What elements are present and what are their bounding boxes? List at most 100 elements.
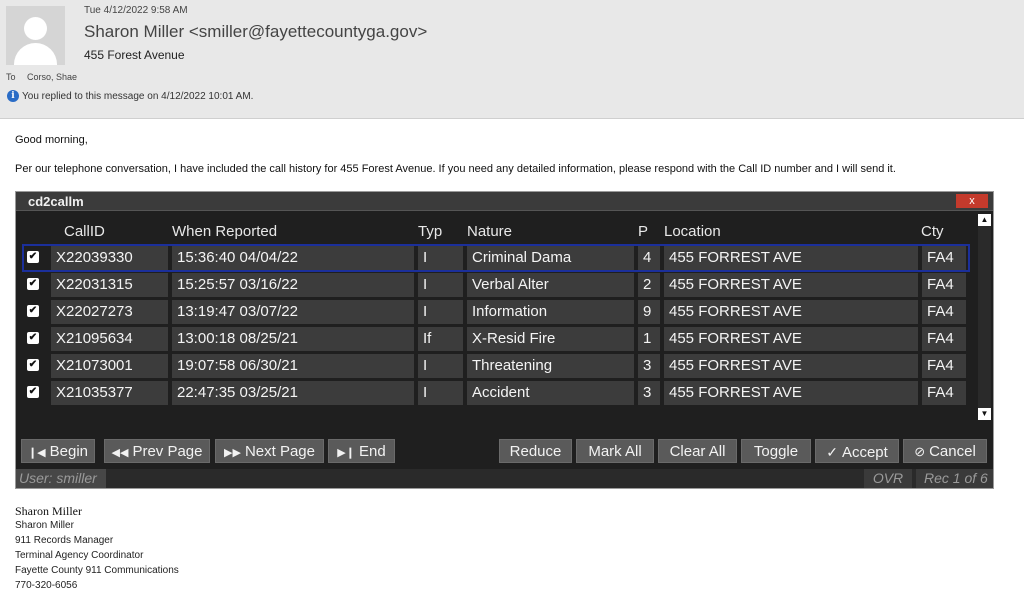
email-header: Tue 4/12/2022 9:58 AM Sharon Miller <smi…: [0, 0, 1024, 119]
intro-text: Per our telephone conversation, I have i…: [15, 163, 896, 175]
cell-callid: X21095634: [51, 327, 168, 351]
sent-time: Tue 4/12/2022 9:58 AM: [84, 5, 188, 16]
cell-nature: Verbal Alter: [467, 273, 634, 297]
cell-callid: X21073001: [51, 354, 168, 378]
avatar-shoulders: [14, 43, 57, 65]
begin-label: Begin: [49, 443, 89, 460]
table-row[interactable]: ✔ X21095634 13:00:18 08/25/21 If X-Resid…: [24, 327, 968, 351]
cell-location: 455 FORREST AVE: [664, 246, 918, 270]
row-checkbox[interactable]: ✔: [27, 386, 39, 398]
cell-location: 455 FORREST AVE: [664, 300, 918, 324]
scroll-up-icon[interactable]: ▲: [978, 214, 991, 226]
cell-cty: FA4: [922, 354, 966, 378]
cancel-icon: ⊘: [914, 444, 926, 459]
begin-button[interactable]: ❙◀ Begin: [21, 439, 95, 463]
cell-location: 455 FORREST AVE: [664, 273, 918, 297]
cell-cty: FA4: [922, 246, 966, 270]
cell-cty: FA4: [922, 273, 966, 297]
recipient[interactable]: Corso, Shae: [27, 72, 77, 82]
table-row[interactable]: ✔ X21073001 19:07:58 06/30/21 I Threaten…: [24, 354, 968, 378]
window-titlebar: cd2callm x: [16, 192, 993, 211]
end-button[interactable]: ▶❙ End: [328, 439, 395, 463]
rewind-icon: ◀◀: [111, 447, 129, 459]
cell-when-reported: 22:47:35 03/25/21: [172, 381, 414, 405]
cell-when-reported: 13:00:18 08/25/21: [172, 327, 414, 351]
mark-all-button[interactable]: Mark All: [576, 439, 654, 463]
row-checkbox[interactable]: ✔: [27, 251, 39, 263]
avatar: [6, 6, 65, 65]
column-header-nature[interactable]: Nature: [467, 223, 512, 240]
toggle-button[interactable]: Toggle: [741, 439, 811, 463]
cell-typ: If: [418, 327, 463, 351]
signature-phone[interactable]: 770-320-6056: [15, 580, 77, 591]
sender-name[interactable]: Sharon Miller <smiller@fayettecountyga.g…: [84, 22, 427, 42]
cell-nature: X-Resid Fire: [467, 327, 634, 351]
skip-last-icon: ▶❙: [337, 447, 355, 459]
cell-nature: Accident: [467, 381, 634, 405]
cell-when-reported: 15:25:57 03/16/22: [172, 273, 414, 297]
cell-priority: 3: [638, 354, 660, 378]
cell-callid: X22039330: [51, 246, 168, 270]
reduce-button[interactable]: Reduce: [499, 439, 572, 463]
scroll-down-icon[interactable]: ▼: [978, 408, 991, 420]
fast-forward-icon: ▶▶: [224, 447, 241, 459]
cell-priority: 2: [638, 273, 660, 297]
cell-when-reported: 19:07:58 06/30/21: [172, 354, 414, 378]
cell-priority: 4: [638, 246, 660, 270]
window-title: cd2callm: [28, 194, 84, 209]
table-row[interactable]: ✔ X22027273 13:19:47 03/07/22 I Informat…: [24, 300, 968, 324]
row-checkbox[interactable]: ✔: [27, 359, 39, 371]
cell-priority: 3: [638, 381, 660, 405]
end-label: End: [358, 443, 386, 460]
cell-typ: I: [418, 246, 463, 270]
accept-label: Accept: [841, 444, 888, 461]
cell-location: 455 FORREST AVE: [664, 327, 918, 351]
skip-first-icon: ❙◀: [27, 447, 46, 459]
cell-cty: FA4: [922, 300, 966, 324]
cell-callid: X21035377: [51, 381, 168, 405]
row-checkbox[interactable]: ✔: [27, 332, 39, 344]
column-header-typ[interactable]: Typ: [418, 223, 442, 240]
info-icon: i: [7, 90, 19, 102]
avatar-head: [24, 17, 47, 40]
cancel-label: Cancel: [929, 443, 976, 460]
cell-nature: Information: [467, 300, 634, 324]
close-button[interactable]: x: [956, 194, 988, 208]
replied-notice[interactable]: You replied to this message on 4/12/2022…: [22, 91, 253, 102]
cell-typ: I: [418, 300, 463, 324]
table-row[interactable]: ✔ X22039330 15:36:40 04/04/22 I Criminal…: [22, 244, 970, 272]
next-page-label: Next Page: [244, 443, 315, 460]
row-checkbox[interactable]: ✔: [27, 305, 39, 317]
accept-button[interactable]: ✓ Accept: [815, 439, 899, 463]
column-header-when-reported[interactable]: When Reported: [172, 223, 277, 240]
cell-typ: I: [418, 354, 463, 378]
column-header-cty[interactable]: Cty: [921, 223, 944, 240]
greeting-text: Good morning,: [15, 134, 88, 146]
cell-priority: 1: [638, 327, 660, 351]
vertical-scrollbar[interactable]: ▲ ▼: [978, 214, 991, 420]
column-header-callid[interactable]: CallID: [64, 223, 105, 240]
prev-page-button[interactable]: ◀◀ Prev Page: [104, 439, 210, 463]
to-label: To: [6, 72, 16, 82]
cell-priority: 9: [638, 300, 660, 324]
status-bar: User: smiller OVR Rec 1 of 6: [16, 469, 993, 488]
cell-cty: FA4: [922, 381, 966, 405]
signature-line: Sharon Miller: [15, 520, 74, 531]
status-user: User: smiller: [16, 469, 106, 488]
cell-typ: I: [418, 273, 463, 297]
table-row[interactable]: ✔ X22031315 15:25:57 03/16/22 I Verbal A…: [24, 273, 968, 297]
column-header-location[interactable]: Location: [664, 223, 721, 240]
cell-callid: X22027273: [51, 300, 168, 324]
cell-typ: I: [418, 381, 463, 405]
table-row[interactable]: ✔ X21035377 22:47:35 03/25/21 I Accident…: [24, 381, 968, 405]
prev-page-label: Prev Page: [132, 443, 203, 460]
clear-all-button[interactable]: Clear All: [658, 439, 737, 463]
signature-line: 911 Records Manager: [15, 535, 114, 546]
cell-callid: X22031315: [51, 273, 168, 297]
next-page-button[interactable]: ▶▶ Next Page: [215, 439, 324, 463]
status-mode: OVR: [864, 469, 912, 488]
cancel-button[interactable]: ⊘ Cancel: [903, 439, 987, 463]
row-checkbox[interactable]: ✔: [27, 278, 39, 290]
column-header-priority[interactable]: P: [638, 223, 648, 240]
cell-cty: FA4: [922, 327, 966, 351]
